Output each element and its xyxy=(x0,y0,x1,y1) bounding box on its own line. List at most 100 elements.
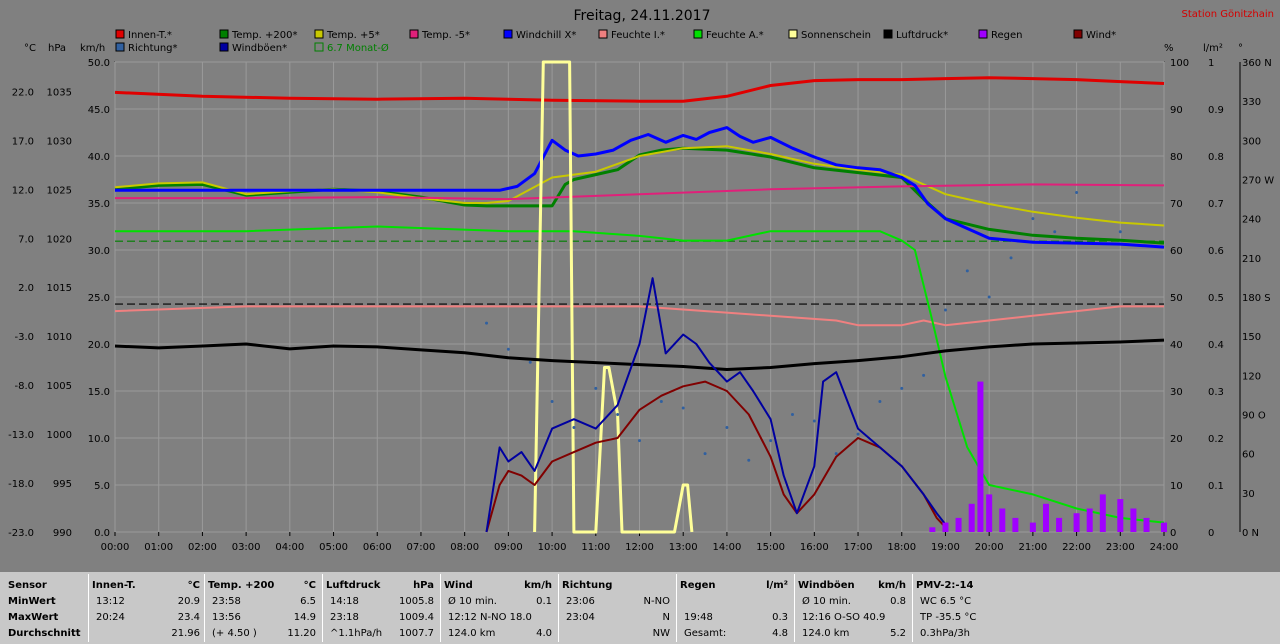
legend-swatch xyxy=(693,29,703,39)
rain-bar xyxy=(999,508,1006,532)
stats-cell-value: 14.9 xyxy=(293,612,316,623)
x-tick-label: 10:00 xyxy=(538,542,567,553)
x-tick-label: 06:00 xyxy=(363,542,392,553)
stats-cell-time: 23:58 xyxy=(212,596,241,607)
legend-item: Luftdruck* xyxy=(883,29,948,41)
x-tick-label: 09:00 xyxy=(494,542,523,553)
legend-swatch xyxy=(314,29,324,39)
direction-point xyxy=(878,399,882,403)
rain-bar xyxy=(968,503,975,532)
stats-column: PMV-2:-14 WC 6.5 °C TP -35.5 °C 0.3hPa/3h xyxy=(916,572,1026,644)
stats-cell-time: Gesamt: xyxy=(684,628,727,639)
stats-cell-time: 23:06 xyxy=(566,596,595,607)
legend-item: Windchill X* xyxy=(503,29,576,41)
rain-tick-label: 0.5 xyxy=(1208,293,1224,304)
direction-point xyxy=(1031,217,1035,221)
stats-cell-time: 124.0 km xyxy=(448,628,496,639)
rain-tick-label: 0.4 xyxy=(1208,340,1224,351)
stats-column-unit: km/h xyxy=(524,580,552,591)
stats-column: Temp. +200 °C 23:58 6.5 13:56 14.9 (+ 4.50 ) 11… xyxy=(208,572,320,644)
stats-cell-value: 1007.7 xyxy=(399,628,434,639)
pressure-tick-label: 1015 xyxy=(47,283,72,294)
stats-cell-time: WC 6.5 °C xyxy=(920,596,972,607)
x-tick-label: 20:00 xyxy=(975,542,1004,553)
temp-tick-label: -3.0 xyxy=(14,332,34,343)
direction-point xyxy=(790,413,794,416)
legend-item: Feuchte I.* xyxy=(598,29,665,41)
stats-column: Regen l/m² 19:48 0.3 Gesamt: 4.8 xyxy=(680,572,792,644)
direction-tick-label: 330 xyxy=(1242,97,1261,108)
legend-label: Windchill X* xyxy=(516,30,576,41)
pressure-tick-label: 1025 xyxy=(47,185,72,196)
direction-point xyxy=(485,321,489,325)
stats-cell-value: 0.3 xyxy=(772,612,788,623)
rain-tick-label: 1 xyxy=(1208,58,1214,69)
stats-column-head: Innen-T. xyxy=(92,580,136,591)
stats-cell-value: N xyxy=(662,612,670,623)
direction-tick-label: 360 N xyxy=(1242,58,1272,69)
stats-column: Luftdruck hPa 14:18 1005.8 23:18 1009.4 ^1.1hP… xyxy=(326,572,438,644)
rain-bar xyxy=(1117,499,1124,532)
wind-tick-label: 10.0 xyxy=(88,434,110,445)
direction-point xyxy=(965,269,969,273)
stats-cell-value: NW xyxy=(652,628,670,639)
stats-cell-value: 0.8 xyxy=(890,596,906,607)
stats-column-head: Windböen xyxy=(798,580,855,591)
rain-bar xyxy=(1012,517,1019,532)
direction-tick-label: 150 xyxy=(1242,332,1261,343)
pressure-tick-label: 995 xyxy=(53,479,72,490)
legend-label: Temp. +200* xyxy=(231,30,297,41)
legend-swatch xyxy=(1073,29,1083,39)
temp-tick-label: -18.0 xyxy=(8,479,34,490)
stats-cell-value: 0.1 xyxy=(536,596,552,607)
legend-label: Feuchte A.* xyxy=(706,30,764,41)
stats-column-head: Luftdruck xyxy=(326,580,381,591)
direction-point xyxy=(856,432,860,436)
x-tick-label: 02:00 xyxy=(188,542,217,553)
direction-tick-label: 180 S xyxy=(1242,293,1271,304)
stats-column-unit: °C xyxy=(303,580,316,591)
legend-swatch xyxy=(978,29,988,39)
direction-point xyxy=(922,373,926,377)
percent-tick-label: 50 xyxy=(1170,293,1183,304)
x-tick-label: 05:00 xyxy=(319,542,348,553)
legend-item: Windböen* xyxy=(219,42,287,54)
legend-item: Richtung* xyxy=(115,42,178,54)
stats-cell-value: 20.9 xyxy=(177,596,200,607)
stats-column-unit: l/m² xyxy=(766,580,788,591)
wind-tick-label: 30.0 xyxy=(88,246,110,257)
temp-tick-label: 12.0 xyxy=(12,185,34,196)
direction-tick-label: 60 xyxy=(1242,450,1255,461)
pressure-tick-label: 1005 xyxy=(47,381,72,392)
pressure-tick-label: 1035 xyxy=(47,87,72,98)
x-tick-label: 23:00 xyxy=(1106,542,1135,553)
stats-cell-time: (+ 4.50 ) xyxy=(212,628,257,639)
direction-point xyxy=(681,406,685,410)
x-tick-label: 22:00 xyxy=(1062,542,1091,553)
legend-label: Temp. -5* xyxy=(421,30,470,41)
direction-tick-label: 240 xyxy=(1242,215,1261,226)
legend-item: Temp. +5* xyxy=(314,29,380,41)
direction-point xyxy=(725,426,729,430)
legend-label: Temp. +5* xyxy=(326,30,380,41)
x-tick-label: 04:00 xyxy=(275,542,304,553)
legend-label: Sonnenschein xyxy=(801,30,871,41)
rain-tick-label: 0.8 xyxy=(1208,152,1224,163)
pressure-tick-label: 1020 xyxy=(47,234,72,245)
direction-point xyxy=(506,347,510,351)
stats-column-unit: km/h xyxy=(878,580,906,591)
rain-tick-label: 0.1 xyxy=(1208,481,1224,492)
x-tick-label: 11:00 xyxy=(581,542,610,553)
stats-column-head: PMV-2:-14 xyxy=(916,580,974,591)
row-label-max: MaxWert xyxy=(8,612,59,623)
x-tick-label: 12:00 xyxy=(625,542,654,553)
direction-point xyxy=(1118,230,1122,234)
wind-tick-label: 5.0 xyxy=(94,481,110,492)
wind-tick-label: 40.0 xyxy=(88,152,110,163)
direction-tick-label: 120 xyxy=(1242,371,1261,382)
direction-point xyxy=(943,308,947,312)
stats-column-head: Wind xyxy=(444,580,473,591)
stats-cell-value: 21.96 xyxy=(171,628,200,639)
x-tick-label: 08:00 xyxy=(450,542,479,553)
stats-cell-time: Ø 10 min. xyxy=(802,596,851,607)
